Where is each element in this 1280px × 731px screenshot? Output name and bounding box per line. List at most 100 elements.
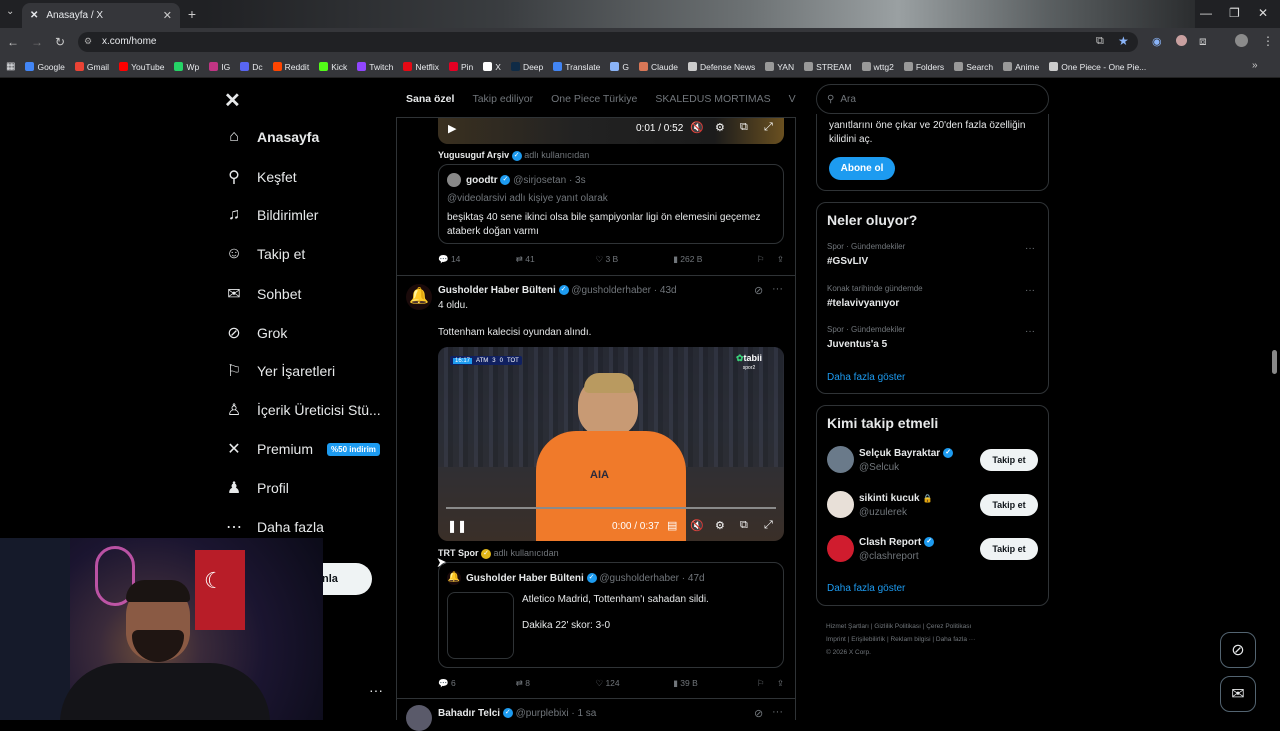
account-more-icon[interactable]: ···: [369, 682, 383, 698]
bookmarks-overflow-icon[interactable]: »: [1252, 60, 1258, 71]
follow-suggestion-name[interactable]: Selçuk Bayraktar ✓: [859, 448, 954, 459]
sidebar-item-profil[interactable]: ♟ Profil: [225, 478, 289, 498]
sidebar-item-keşfet[interactable]: ⚲ Keşfet: [225, 167, 297, 187]
settings-icon[interactable]: ⚙: [715, 121, 725, 134]
share-icon[interactable]: ⇪: [777, 254, 784, 265]
extension-avatar-icon[interactable]: [1176, 35, 1187, 46]
trend-more-icon[interactable]: ···: [1025, 326, 1035, 337]
bookmark-item[interactable]: Twitch: [357, 62, 393, 72]
post-button[interactable]: nla: [320, 563, 372, 595]
tab-1[interactable]: Sana özel: [406, 93, 454, 105]
like-button[interactable]: ♡ 3 B: [595, 254, 673, 265]
grok-explain-icon[interactable]: ⊘: [754, 284, 763, 297]
bookmark-item[interactable]: Netflix: [403, 62, 439, 72]
bookmark-item[interactable]: Search: [954, 62, 993, 72]
extensions-puzzle-icon[interactable]: ⧈: [1199, 34, 1207, 49]
bookmark-item[interactable]: Translate: [553, 62, 600, 72]
trend-item[interactable]: Juventus'a 5: [827, 339, 887, 350]
close-window-icon[interactable]: ✕: [1258, 6, 1268, 20]
bookmark-item[interactable]: Defense News: [687, 62, 755, 72]
url-input[interactable]: x.com/home: [78, 32, 1138, 52]
reply-button[interactable]: 💬 14: [438, 254, 516, 265]
play-icon[interactable]: ▶: [448, 122, 456, 135]
footer-link[interactable]: Gizlilik Politikası: [874, 623, 921, 630]
back-icon[interactable]: ←: [7, 35, 19, 49]
bookmark-item[interactable]: Kick: [319, 62, 347, 72]
trend-item[interactable]: #GSvLIV: [827, 256, 868, 267]
views-button[interactable]: ▮ 39 B: [673, 678, 757, 689]
avatar[interactable]: [827, 490, 854, 518]
author-name[interactable]: Bahadır Telci: [438, 708, 500, 719]
post-more-icon[interactable]: ···: [772, 283, 783, 295]
scrollbar-thumb[interactable]: [1272, 350, 1277, 374]
messages-fab-button[interactable]: ✉: [1220, 676, 1256, 712]
sidebar-item-yer-i-şaretleri[interactable]: ⚐ Yer İşaretleri: [225, 361, 335, 381]
repost-button[interactable]: ⇄ 8: [516, 678, 596, 689]
bookmark-item[interactable]: Pin: [448, 62, 473, 72]
tab-2[interactable]: Takip ediliyor: [472, 93, 533, 105]
bookmark-icon[interactable]: ⚐: [757, 254, 777, 265]
follow-button[interactable]: Takip et: [980, 493, 1038, 516]
sidebar-item-daha-fazla[interactable]: ⋯ Daha fazla: [225, 517, 324, 537]
install-app-icon[interactable]: ⧉: [1096, 35, 1104, 48]
views-button[interactable]: ▮ 262 B: [673, 254, 757, 265]
new-tab-button[interactable]: +: [184, 6, 200, 22]
fullscreen-icon[interactable]: ⤢: [764, 519, 773, 532]
author-name[interactable]: Gusholder Haber Bülteni: [438, 285, 556, 296]
maximize-icon[interactable]: ❐: [1229, 6, 1240, 20]
mute-icon[interactable]: 🔇: [690, 519, 704, 532]
tab-3[interactable]: One Piece Türkiye: [551, 93, 637, 105]
tab-5[interactable]: VE: [789, 93, 796, 105]
bookmark-item[interactable]: wttg2: [861, 62, 894, 72]
pip-icon[interactable]: ⧉: [740, 121, 748, 134]
grok-explain-icon[interactable]: ⊘: [754, 707, 763, 720]
bookmark-item[interactable]: X: [483, 62, 501, 72]
trend-item[interactable]: #telavivyanıyor: [827, 298, 899, 309]
quoted-media-thumbnail[interactable]: [447, 592, 514, 659]
bookmark-item[interactable]: Dc: [240, 62, 263, 72]
apps-grid-icon[interactable]: ▦: [6, 61, 15, 72]
avatar[interactable]: [827, 446, 854, 473]
avatar[interactable]: [827, 535, 854, 562]
sidebar-item-grok[interactable]: ⊘ Grok: [225, 323, 287, 343]
video-progress[interactable]: [446, 507, 776, 509]
follow-suggestion-name[interactable]: Clash Report ✓: [859, 537, 935, 548]
grok-fab-button[interactable]: ⊘: [1220, 632, 1256, 668]
mute-icon[interactable]: 🔇: [690, 121, 704, 134]
like-button[interactable]: ♡ 124: [595, 678, 673, 689]
profile-avatar-icon[interactable]: [1235, 34, 1248, 47]
bookmark-item[interactable]: Claude: [639, 62, 678, 72]
bookmark-item[interactable]: IG: [209, 62, 230, 72]
bookmark-item[interactable]: YouTube: [119, 62, 164, 72]
footer-link[interactable]: Erişilebilirlik: [851, 636, 885, 643]
search-input[interactable]: ⚲ Ara: [816, 84, 1049, 114]
bookmark-item[interactable]: Wp: [174, 62, 199, 72]
settings-icon[interactable]: ⚙: [715, 519, 725, 532]
follow-button[interactable]: Takip et: [980, 538, 1038, 560]
follow-suggestion-name[interactable]: sikinti kucuk 🔒: [859, 493, 933, 504]
tab-4[interactable]: SKALEDUS MORTIMAS: [655, 93, 770, 105]
avatar[interactable]: 🔔: [406, 284, 432, 310]
bookmark-icon[interactable]: ⚐: [757, 678, 777, 689]
sidebar-item-bildirimler[interactable]: ♫ Bildirimler: [225, 206, 318, 224]
browser-tab[interactable]: ✕ Anasayfa / X ✕: [22, 3, 180, 28]
site-info-icon[interactable]: ⚙: [84, 36, 92, 47]
sidebar-item-i-çerik-üreticisi-stü-[interactable]: ♙ İçerik Üreticisi Stü...: [225, 400, 381, 420]
sidebar-item-premium[interactable]: ✕ Premium %50 indirim: [225, 439, 380, 459]
reload-icon[interactable]: ↻: [55, 35, 65, 49]
author-handle[interactable]: @gusholderhaber · 43d: [571, 285, 676, 296]
bookmark-item[interactable]: Gmail: [74, 62, 109, 72]
footer-link[interactable]: Daha fazla ···: [936, 636, 975, 643]
avatar[interactable]: [406, 705, 432, 731]
bookmark-item[interactable]: Folders: [903, 62, 944, 72]
fullscreen-icon[interactable]: ⤢: [764, 121, 773, 134]
star-bookmark-icon[interactable]: ★: [1118, 34, 1129, 48]
tab-list-icon[interactable]: ⌄: [6, 6, 14, 17]
bookmark-item[interactable]: One Piece - One Pie...: [1049, 62, 1146, 72]
bookmark-item[interactable]: Deep: [510, 62, 543, 72]
post-more-icon[interactable]: ···: [772, 706, 783, 718]
sidebar-item-sohbet[interactable]: ✉ Sohbet: [225, 284, 301, 304]
reply-button[interactable]: 💬 6: [438, 678, 516, 689]
footer-link[interactable]: Reklam bilgisi: [890, 636, 930, 643]
footer-link[interactable]: Çerez Politikası: [926, 623, 971, 630]
